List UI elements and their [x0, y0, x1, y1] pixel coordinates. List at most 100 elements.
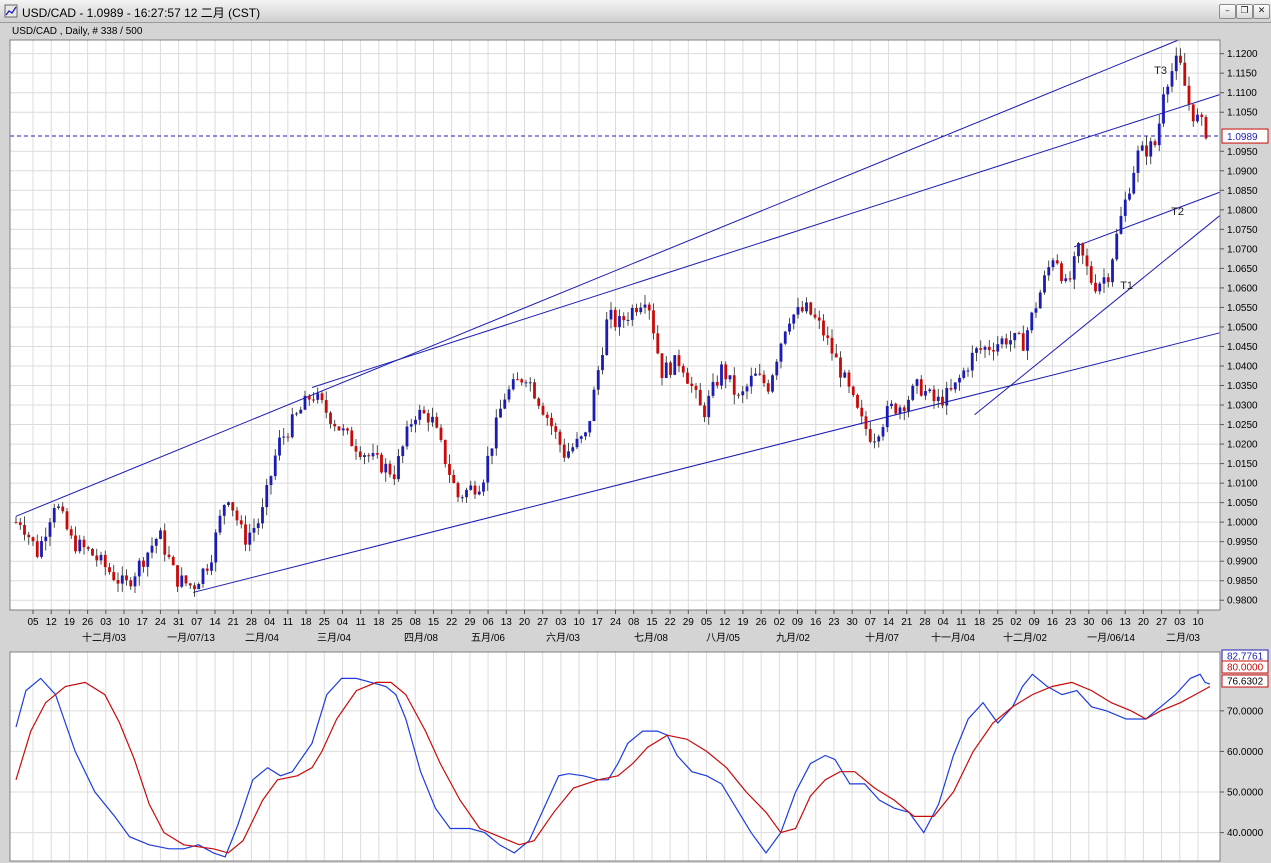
price-x-day-label: 29	[464, 617, 476, 628]
price-y-tick-label: 1.0850	[1227, 186, 1258, 197]
price-x-day-label: 07	[865, 617, 877, 628]
candle-up	[775, 361, 779, 376]
price-y-tick-label: 1.0200	[1227, 440, 1258, 451]
candle-up	[1162, 94, 1165, 124]
candle-down	[533, 382, 536, 399]
candle-down	[235, 510, 239, 521]
price-x-day-label: 30	[847, 617, 859, 628]
candle-down	[860, 407, 864, 417]
trendline-label-t2: T2	[1171, 206, 1184, 218]
candle-up	[898, 407, 902, 414]
candle-down	[1179, 55, 1182, 63]
candle-down	[435, 416, 439, 428]
candle-up	[295, 413, 298, 415]
candle-up	[605, 319, 609, 356]
price-x-month-label: 九月/02	[776, 632, 810, 644]
candle-up	[222, 504, 226, 516]
price-x-day-label: 06	[1101, 617, 1113, 628]
price-x-day-label: 18	[300, 617, 312, 628]
price-x-day-label: 25	[319, 617, 331, 628]
minimize-button[interactable]: –	[1219, 4, 1236, 19]
candle-down	[992, 350, 995, 352]
price-y-tick-label: 0.9950	[1227, 537, 1258, 548]
candle-up	[843, 372, 847, 378]
candle-down	[979, 348, 983, 350]
price-x-month-label: 十二月/03	[82, 631, 126, 644]
candle-down	[439, 427, 443, 440]
price-x-day-label: 17	[592, 617, 604, 628]
candle-down	[839, 357, 842, 378]
candle-up	[792, 314, 796, 324]
candle-down	[35, 541, 39, 557]
candle-down	[669, 362, 672, 375]
candle-down	[125, 575, 128, 581]
candle-up	[936, 396, 940, 402]
candle-up	[214, 532, 218, 563]
candle-up	[159, 530, 162, 539]
candle-down	[324, 400, 328, 413]
candle-down	[652, 310, 655, 334]
candle-up	[1072, 256, 1076, 280]
candle-up	[1128, 193, 1131, 200]
candle-up	[256, 523, 260, 528]
price-x-day-label: 02	[1010, 617, 1022, 628]
chart-area[interactable]: USD/CAD , Daily, # 338 / 500 1.1200 1.115…	[0, 22, 1271, 863]
candle-down	[244, 524, 247, 545]
candle-up	[1000, 338, 1004, 345]
candle-up	[881, 427, 885, 437]
candle-down	[1085, 255, 1089, 267]
price-x-day-label: 30	[1083, 617, 1095, 628]
price-y-tick-label: 0.9850	[1227, 576, 1258, 587]
candle-up	[1051, 260, 1055, 268]
price-x-day-label: 19	[64, 617, 76, 628]
close-button[interactable]: ✕	[1253, 4, 1270, 19]
price-x-day-label: 23	[828, 617, 840, 628]
indicator-value-label: 76.6302	[1227, 677, 1264, 688]
price-y-tick-label: 1.1050	[1227, 108, 1258, 119]
candle-up	[1123, 199, 1127, 216]
candle-up	[788, 323, 791, 332]
candle-down	[1204, 116, 1208, 139]
price-y-tick-label: 1.0100	[1227, 479, 1258, 490]
candle-up	[1034, 308, 1038, 313]
candle-up	[1140, 145, 1144, 151]
candle-up	[261, 507, 264, 524]
candle-up	[1157, 123, 1161, 146]
price-y-tick-label: 1.0950	[1227, 147, 1258, 158]
candle-up	[401, 446, 405, 457]
price-y-tick-label: 1.0500	[1227, 322, 1258, 333]
candle-down	[91, 548, 94, 556]
price-x-month-label: 十二月/02	[1003, 631, 1047, 644]
candle-up	[397, 456, 400, 480]
candle-up	[197, 583, 201, 590]
candle-up	[745, 386, 749, 392]
candle-up	[511, 379, 515, 390]
candle-down	[193, 585, 196, 590]
candle-up	[1077, 243, 1080, 257]
candle-down	[847, 372, 851, 387]
price-y-tick-label: 0.9800	[1227, 596, 1258, 607]
candle-down	[1089, 266, 1093, 283]
candle-down	[456, 482, 460, 498]
price-x-day-label: 14	[209, 617, 221, 628]
candle-up	[911, 385, 915, 400]
candle-down	[86, 547, 90, 549]
candle-up	[57, 506, 60, 508]
candle-up	[269, 476, 273, 486]
candle-down	[690, 383, 694, 387]
candle-up	[477, 491, 481, 495]
candle-up	[252, 527, 256, 533]
price-x-day-label: 28	[246, 617, 258, 628]
price-y-tick-label: 1.1100	[1227, 88, 1257, 99]
candle-up	[120, 575, 124, 584]
candle-down	[307, 395, 311, 400]
candle-up	[414, 419, 417, 425]
indicator-y-tick-label: 70.0000	[1227, 706, 1264, 717]
candle-up	[779, 343, 783, 362]
restore-button[interactable]: ❐	[1236, 4, 1253, 19]
candle-up	[1102, 277, 1106, 284]
indicator-y-tick-label: 50.0000	[1227, 788, 1264, 799]
candle-up	[469, 485, 473, 490]
candle-up	[1196, 114, 1199, 122]
price-x-day-label: 07	[191, 617, 203, 628]
